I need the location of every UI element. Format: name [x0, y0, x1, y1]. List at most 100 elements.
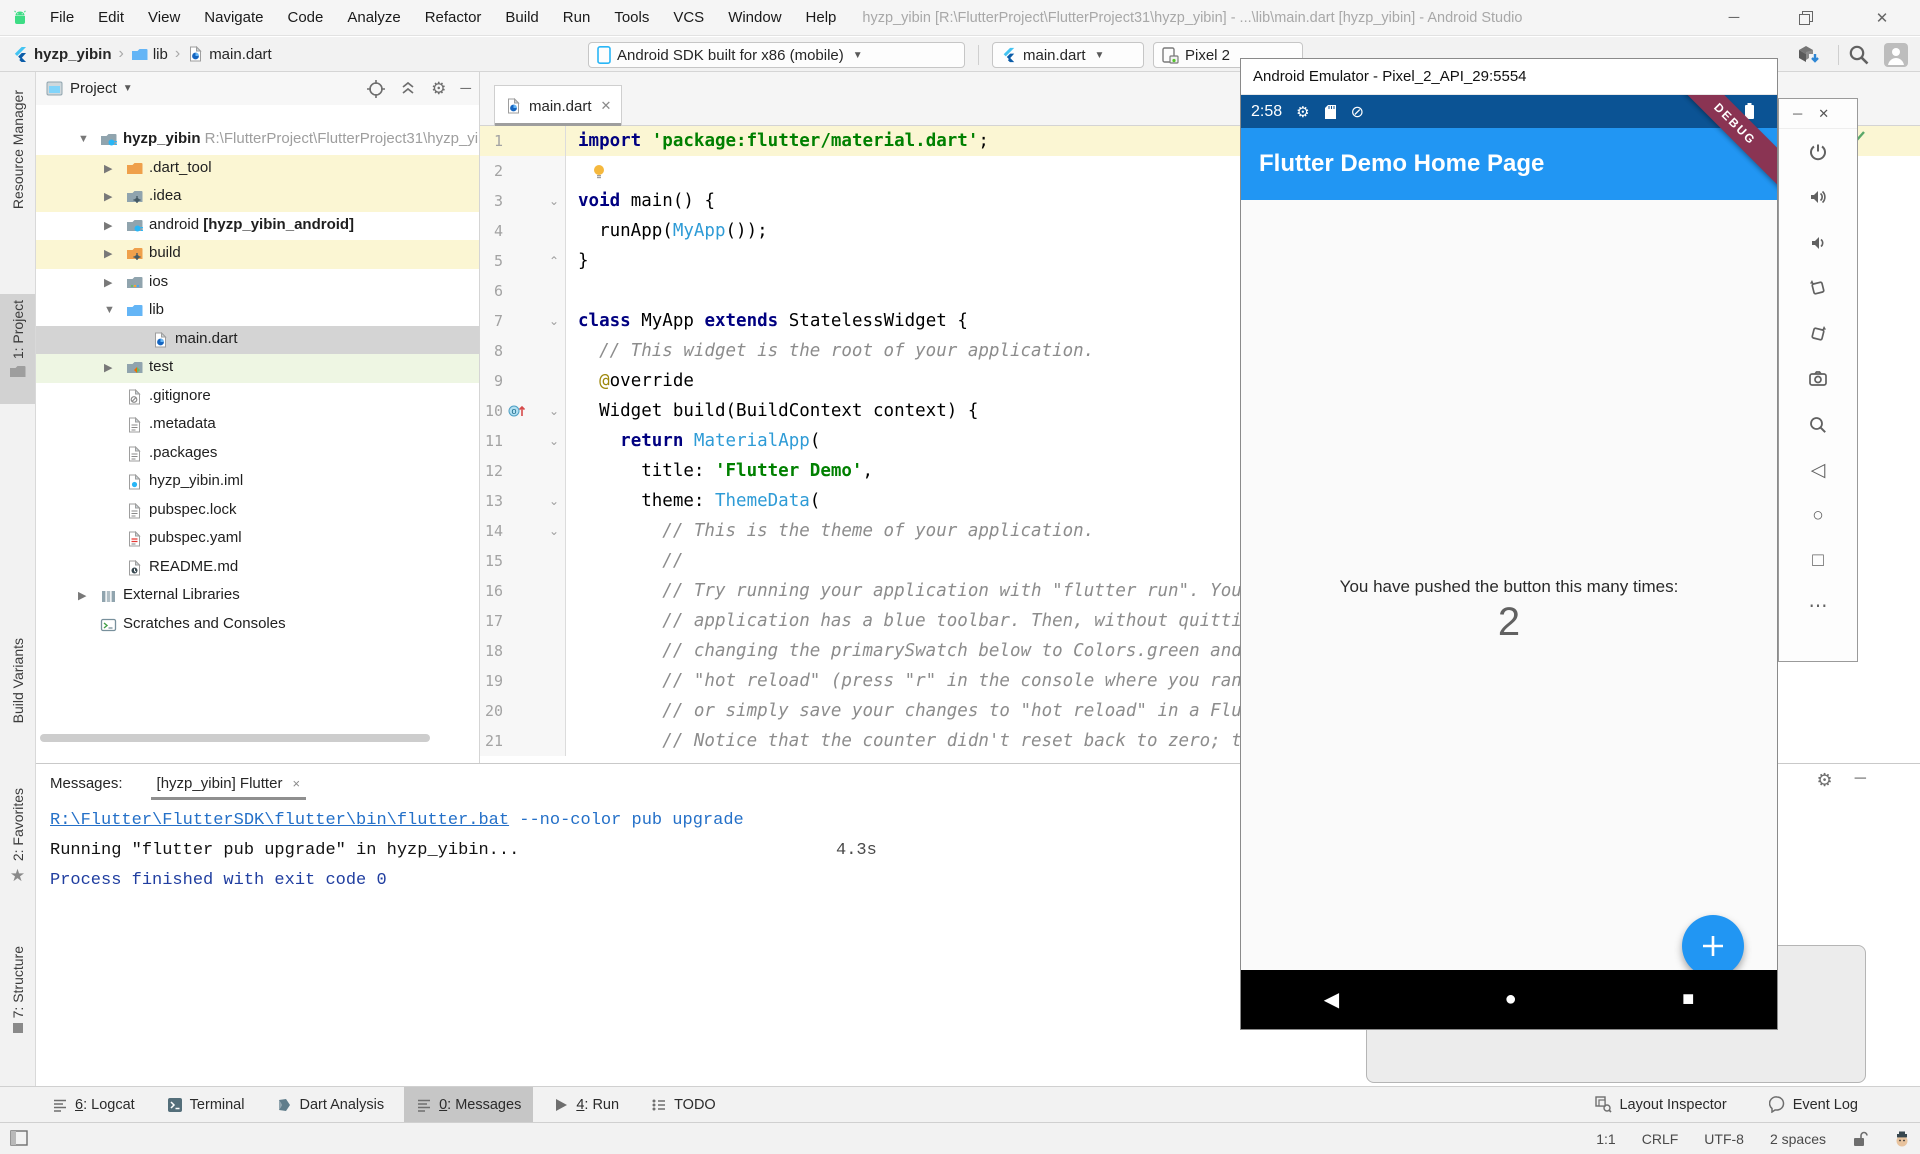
collapse-arrow-icon[interactable]: ▶ [104, 361, 112, 374]
toolwindow-toggle-icon[interactable] [10, 1130, 28, 1146]
tree-item--dart-tool[interactable]: ▶.dart_tool [36, 155, 479, 184]
tab-main-dart[interactable]: main.dart ✕ [494, 85, 622, 126]
sidebar-item-1-project[interactable]: 1: Project [0, 294, 35, 404]
close-icon[interactable]: ✕ [601, 98, 612, 114]
emulator-close-button[interactable]: ✕ [1818, 106, 1829, 122]
tree-item--idea[interactable]: ▶.idea [36, 183, 479, 212]
bottom-tab-layout-inspector[interactable]: Layout Inspector [1583, 1087, 1738, 1122]
hide-panel-icon[interactable]: ─ [1855, 770, 1866, 791]
emulator-zoom-button[interactable] [1809, 402, 1827, 448]
nav-home-button[interactable]: ● [1505, 988, 1517, 1011]
run-config-dropdown[interactable]: main.dart ▼ [992, 42, 1144, 68]
tree-item-ios[interactable]: ▶ios [36, 269, 479, 298]
minimize-window-button[interactable]: ─ [1712, 0, 1756, 35]
profile-avatar[interactable] [1884, 43, 1908, 67]
collapse-all-icon[interactable] [399, 80, 417, 98]
tree-item-build[interactable]: ▶build [36, 240, 479, 269]
hector-inspector-icon[interactable] [1894, 1131, 1910, 1147]
tree-item--packages[interactable]: .packages [36, 440, 479, 469]
intention-bulb-icon[interactable] [592, 164, 606, 179]
tree-item-android[interactable]: ▶android [hyzp_yibin_android] [36, 212, 479, 241]
sidebar-item-2-favorites[interactable]: 2: Favorites★ [0, 788, 35, 896]
bottom-tab-event-log[interactable]: Event Log [1757, 1087, 1870, 1122]
tree-item-main-dart[interactable]: main.dart [36, 326, 479, 355]
messages-flutter-tab[interactable]: [hyzp_yibin] Flutter × [151, 764, 306, 802]
tree-item-hyzp-yibin[interactable]: ▼hyzp_yibin R:\FlutterProject\FlutterPro… [36, 126, 479, 155]
close-window-button[interactable]: ✕ [1860, 0, 1904, 35]
collapse-arrow-icon[interactable]: ▶ [104, 276, 112, 289]
hide-panel-icon[interactable]: ─ [460, 80, 471, 97]
fold-marker-icon[interactable]: ⌄ [549, 516, 559, 546]
tree-horizontal-scrollbar[interactable] [40, 734, 430, 742]
sidebar-item-7-structure[interactable]: 7: Structure [0, 946, 35, 1046]
tree-item-pubspec-yaml[interactable]: pubspec.yaml [36, 525, 479, 554]
collapse-arrow-icon[interactable]: ▶ [104, 219, 112, 232]
tree-item-external-libraries[interactable]: ▶External Libraries [36, 582, 479, 611]
expand-arrow-icon[interactable]: ▼ [78, 133, 89, 145]
collapse-arrow-icon[interactable]: ▶ [78, 589, 86, 602]
emulator-minimize-button[interactable]: ─ [1793, 106, 1802, 121]
maximize-window-button[interactable] [1784, 0, 1828, 35]
sidebar-item-build-variants[interactable]: Build Variants [0, 638, 35, 770]
override-marker-icon[interactable]: o [508, 403, 525, 419]
bottom-tab-6-logcat[interactable]: 6: Logcat [40, 1087, 147, 1122]
emulator-camera-button[interactable] [1809, 357, 1827, 403]
tree-item-readme-md[interactable]: README.md [36, 554, 479, 583]
nav-back-button[interactable]: ◀ [1324, 987, 1339, 1012]
emulator-back-button[interactable]: ◁ [1811, 448, 1826, 494]
breadcrumb-lib[interactable]: lib [153, 46, 168, 63]
menu-run[interactable]: Run [551, 0, 603, 36]
settings-gear-icon[interactable]: ⚙ [1817, 770, 1833, 791]
emulator-rotate-left-button[interactable] [1809, 266, 1827, 312]
menu-help[interactable]: Help [794, 0, 849, 36]
bottom-tab-dart-analysis[interactable]: Dart Analysis [264, 1087, 396, 1122]
status-1-1[interactable]: 1:1 [1596, 1131, 1615, 1147]
emulator-overview-button[interactable]: □ [1812, 539, 1823, 585]
tree-item-pubspec-lock[interactable]: pubspec.lock [36, 497, 479, 526]
console-command-line[interactable]: R:\Flutter\FlutterSDK\flutter\bin\flutte… [50, 806, 744, 836]
tree-item--gitignore[interactable]: .gitignore [36, 383, 479, 412]
bottom-tab-todo[interactable]: TODO [639, 1087, 728, 1122]
bottom-tab-4-run[interactable]: 4: Run [541, 1087, 631, 1122]
menu-code[interactable]: Code [275, 0, 335, 36]
fold-marker-icon[interactable]: ⌄ [549, 486, 559, 516]
emulator-more-button[interactable]: ⋯ [1809, 584, 1828, 630]
emulator-title-bar[interactable]: Android Emulator - Pixel_2_API_29:5554 [1241, 59, 1777, 95]
project-panel-header[interactable]: Project ▼ ⚙ ─ [36, 72, 479, 105]
breadcrumb-project[interactable]: hyzp_yibin [34, 46, 112, 63]
status-2-spaces[interactable]: 2 spaces [1770, 1131, 1826, 1147]
settings-gear-icon[interactable]: ⚙ [431, 79, 446, 99]
bottom-tab-0-messages[interactable]: 0: Messages [404, 1087, 533, 1122]
tree-item-hyzp-yibin-iml[interactable]: hyzp_yibin.iml [36, 468, 479, 497]
nav-overview-button[interactable]: ■ [1682, 988, 1694, 1011]
close-icon[interactable]: × [292, 776, 300, 791]
emulator-volume-down-button[interactable] [1809, 220, 1827, 266]
sidebar-item-resource-manager[interactable]: Resource Manager [0, 90, 35, 250]
menu-window[interactable]: Window [716, 0, 793, 36]
fold-marker-icon[interactable]: ⌄ [549, 186, 559, 216]
menu-refactor[interactable]: Refactor [413, 0, 494, 36]
bottom-tab-terminal[interactable]: Terminal [155, 1087, 257, 1122]
emulator-home-button[interactable]: ○ [1812, 493, 1823, 539]
emulator-rotate-right-button[interactable] [1809, 311, 1827, 357]
phone-screen[interactable]: 2:58 ⚙ ⊘ Flutter Demo Home Page DEBUG Yo… [1241, 95, 1777, 1029]
search-everywhere-button[interactable] [1848, 44, 1870, 66]
menu-edit[interactable]: Edit [86, 0, 136, 36]
tree-item--metadata[interactable]: .metadata [36, 411, 479, 440]
menu-view[interactable]: View [136, 0, 192, 36]
fab-increment-button[interactable] [1682, 915, 1744, 977]
sdk-manager-button[interactable] [1796, 44, 1820, 66]
tree-item-lib[interactable]: ▼lib [36, 297, 479, 326]
menu-analyze[interactable]: Analyze [335, 0, 412, 36]
menu-build[interactable]: Build [493, 0, 550, 36]
tree-item-test[interactable]: ▶test [36, 354, 479, 383]
collapse-arrow-icon[interactable]: ▶ [104, 247, 112, 260]
menu-file[interactable]: File [38, 0, 86, 36]
fold-marker-icon[interactable]: ⌄ [549, 426, 559, 456]
fold-marker-icon[interactable]: ⌄ [549, 396, 559, 426]
locate-file-icon[interactable] [367, 80, 385, 98]
fold-marker-icon[interactable]: ⌃ [549, 246, 559, 276]
status-utf-8[interactable]: UTF-8 [1704, 1131, 1744, 1147]
emulator-power-button[interactable] [1809, 129, 1827, 175]
expand-arrow-icon[interactable]: ▼ [104, 304, 115, 316]
